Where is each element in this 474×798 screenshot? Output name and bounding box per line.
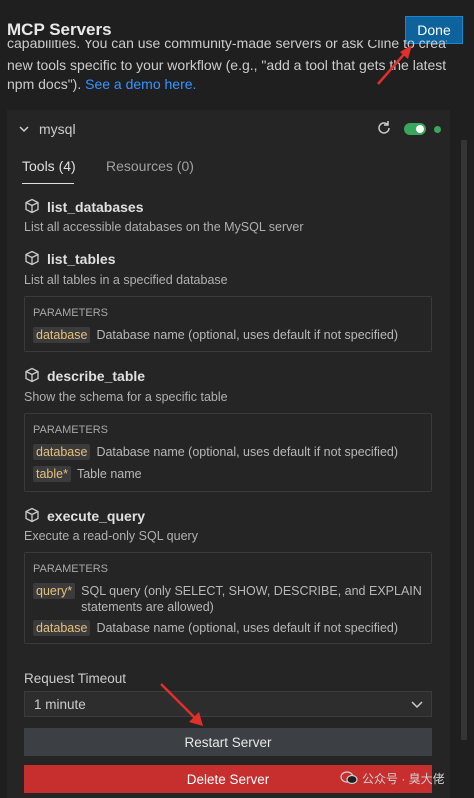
tool-name: describe_table [47,368,146,384]
chevron-down-icon[interactable] [18,123,30,135]
server-header[interactable]: mysql [7,118,450,142]
restart-server-button[interactable]: Restart Server [24,728,432,756]
page-title: MCP Servers [7,20,112,39]
tab-tools[interactable]: Tools (4) [22,158,76,174]
intro-text: capabilities. You can use community-made… [7,40,447,94]
tool-name: execute_query [47,508,146,524]
parameters-heading: PARAMETERS [33,424,108,436]
parameter-description: SQL query (only SELECT, SHOW, DESCRIBE, … [81,583,422,615]
parameter-description-line: statements are allowed) [81,600,214,614]
server-enable-toggle[interactable] [404,123,426,135]
parameter-row: database Database name (optional, uses de… [33,327,398,343]
parameters-box: PARAMETERS database Database name (option… [24,296,432,352]
intro-line-1: capabilities. You can use community-made… [7,40,447,51]
parameters-heading: PARAMETERS [33,563,108,575]
scrollbar[interactable] [459,110,469,798]
request-timeout-label: Request Timeout [24,671,127,686]
intro-line-3-text: npm docs"). [7,76,86,92]
cube-icon [25,507,39,523]
wechat-icon [340,771,358,785]
intro-line-3: npm docs"). See a demo here. [7,75,447,94]
parameter-name: database [33,444,91,460]
status-dot [434,126,441,133]
parameter-description: Database name (optional, uses default if… [96,445,399,459]
tool-description: List all tables in a specified database [24,273,228,287]
parameter-name: table* [33,466,71,482]
tool-name: list_tables [47,251,116,267]
tool-description: Execute a read-only SQL query [24,529,198,543]
intro-line-2: new tools specific to your workflow (e.g… [7,57,447,73]
tool-name: list_databases [47,199,144,215]
parameters-box: PARAMETERS query* SQL query (only SELECT,… [24,552,432,644]
parameter-name: database [33,327,91,343]
chevron-down-icon [411,701,423,709]
parameters-box: PARAMETERS database Database name (option… [24,413,432,492]
cube-icon [25,367,39,383]
parameter-row: database Database name (optional, uses de… [33,444,398,460]
parameter-name: database [33,620,91,636]
parameter-description: Database name (optional, uses default if… [96,621,399,635]
request-timeout-value: 1 minute [34,697,86,712]
cube-icon [25,198,39,214]
server-name: mysql [39,121,76,137]
parameters-heading: PARAMETERS [33,307,108,319]
parameter-description-line: SQL query (only SELECT, SHOW, DESCRIBE, … [81,584,422,598]
parameter-row: table* Table name [33,466,142,482]
tool-description: Show the schema for a specific table [24,390,228,404]
demo-link[interactable]: See a demo here. [85,76,196,92]
tool-description: List all accessible databases on the MyS… [24,220,304,234]
parameter-name: query* [33,583,76,599]
tab-resources[interactable]: Resources (0) [106,158,194,174]
parameter-row: database Database name (optional, uses de… [33,620,398,636]
parameter-description: Table name [76,467,142,481]
cube-icon [25,250,39,266]
refresh-icon[interactable] [375,119,393,137]
scrollbar-thumb[interactable] [461,140,467,740]
active-tab-indicator [22,183,74,184]
parameter-description: Database name (optional, uses default if… [96,328,399,342]
request-timeout-select[interactable]: 1 minute [24,691,432,717]
parameter-row: query* SQL query (only SELECT, SHOW, DESC… [33,583,422,615]
watermark-text: 公众号 · 臭大佬 [362,772,445,786]
